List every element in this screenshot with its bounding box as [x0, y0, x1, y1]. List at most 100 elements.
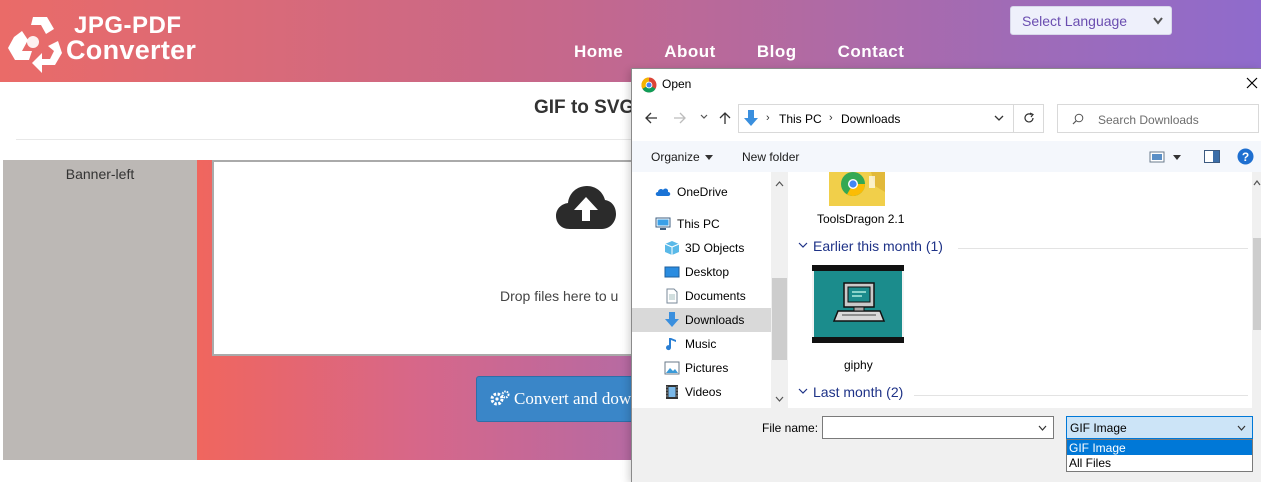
nav-item-documents[interactable]: Documents: [632, 284, 771, 308]
dialog-title: Open: [662, 77, 692, 91]
group-header-label: Last month (2): [813, 384, 904, 400]
toolsdragon-thumbnail[interactable]: [825, 172, 889, 208]
videos-icon: [666, 385, 678, 399]
onedrive-icon: [655, 188, 671, 196]
nav-item-onedrive[interactable]: OneDrive: [632, 180, 771, 204]
file-type-selected: GIF Image: [1070, 421, 1127, 435]
3d-objects-icon: [664, 241, 680, 255]
recycle-logo-icon: [8, 17, 62, 73]
scroll-up-icon[interactable]: [1253, 180, 1261, 186]
nav-item-music[interactable]: Music: [632, 332, 771, 356]
navigation-pane-scrollbar[interactable]: [771, 172, 788, 408]
chevron-down-icon[interactable]: [994, 115, 1004, 122]
nav-item-label: Pictures: [685, 361, 729, 375]
nav-item-videos[interactable]: Videos: [632, 380, 771, 404]
back-arrow-icon[interactable]: [644, 111, 658, 125]
nav-about[interactable]: About: [664, 42, 716, 62]
logo-line-2: Converter: [66, 35, 197, 65]
file-type-option-gif[interactable]: GIF Image: [1067, 440, 1252, 455]
files-pane: ToolsDragon 2.1 Earlier this month (1) g…: [788, 172, 1252, 408]
main-nav: Home About Blog Contact: [574, 42, 945, 62]
refresh-button[interactable]: [1013, 104, 1044, 133]
help-icon[interactable]: ?: [1237, 148, 1254, 165]
downloads-icon: [665, 312, 679, 327]
caret-down-icon: [704, 155, 713, 160]
scrollbar-thumb[interactable]: [772, 278, 787, 360]
search-icon: [1072, 113, 1084, 125]
nav-item-label: Videos: [685, 385, 722, 399]
nav-item-label: OneDrive: [677, 185, 728, 199]
chrome-icon: [641, 77, 657, 93]
file-name-input[interactable]: [822, 416, 1054, 439]
nav-item-label: Documents: [685, 289, 746, 303]
search-placeholder: Search Downloads: [1098, 113, 1199, 127]
nav-item-this-pc[interactable]: This PC: [632, 212, 771, 236]
language-select-label: Select Language: [1022, 13, 1128, 29]
nav-item-label: Downloads: [685, 313, 745, 327]
nav-item-label: Desktop: [685, 265, 730, 279]
chevron-down-icon: [1153, 17, 1163, 25]
file-name-giphy[interactable]: giphy: [844, 358, 873, 372]
nav-item-downloads[interactable]: Downloads: [632, 308, 771, 332]
language-select[interactable]: Select Language: [1010, 6, 1172, 35]
breadcrumb-separator-icon[interactable]: ›: [829, 112, 833, 124]
nav-item-label: Music: [685, 337, 717, 351]
nav-item-label: This PC: [677, 217, 720, 231]
convert-download-button[interactable]: Convert and download: [476, 376, 656, 422]
open-file-dialog: Open › This PC › Downloads Search Downlo…: [631, 68, 1261, 482]
organize-button[interactable]: Organize: [651, 150, 713, 164]
scroll-down-icon[interactable]: [775, 396, 784, 402]
nav-item-pictures[interactable]: Pictures: [632, 356, 771, 380]
nav-contact[interactable]: Contact: [838, 42, 905, 62]
new-folder-button[interactable]: New folder: [742, 150, 799, 164]
up-arrow-icon[interactable]: [718, 111, 732, 125]
chevron-down-icon: [798, 242, 808, 248]
logo-text[interactable]: JPG-PDF Converter: [66, 14, 197, 65]
preview-pane-icon[interactable]: [1204, 150, 1220, 163]
nav-item-label: 3D Objects: [685, 241, 745, 255]
title-divider: [16, 139, 646, 140]
this-pc-icon: [655, 217, 671, 230]
scroll-up-icon[interactable]: [775, 181, 784, 187]
chevron-down-icon[interactable]: [1038, 425, 1047, 431]
address-bar[interactable]: › This PC › Downloads: [738, 104, 1044, 133]
scrollbar-thumb[interactable]: [1253, 238, 1261, 330]
pictures-icon: [664, 361, 680, 375]
refresh-icon: [1024, 112, 1034, 123]
giphy-gif-thumbnail[interactable]: [812, 265, 904, 343]
file-name-label: File name:: [762, 421, 819, 435]
chevron-down-icon[interactable]: [1237, 425, 1246, 431]
nav-home[interactable]: Home: [574, 42, 623, 62]
desktop-icon: [664, 266, 680, 278]
file-type-select[interactable]: GIF Image: [1066, 416, 1253, 439]
breadcrumb-separator-icon[interactable]: ›: [766, 112, 770, 124]
breadcrumb-downloads[interactable]: Downloads: [841, 112, 900, 126]
group-header-earlier-this-month[interactable]: Earlier this month (1): [798, 238, 943, 254]
screen: JPG-PDF Converter Home About Blog Contac…: [0, 0, 1261, 482]
drop-files-text: Drop files here to u: [500, 288, 619, 304]
nav-blog[interactable]: Blog: [757, 42, 797, 62]
svg-text:?: ?: [1242, 150, 1249, 164]
dialog-toolbar: Organize New folder ?: [632, 141, 1261, 172]
nav-item-3d-objects[interactable]: 3D Objects: [632, 236, 771, 260]
group-header-last-month[interactable]: Last month (2): [798, 384, 903, 400]
organize-label: Organize: [651, 150, 700, 164]
change-view-icon[interactable]: [1149, 150, 1183, 164]
group-divider: [958, 248, 1248, 249]
group-divider: [914, 395, 1248, 396]
chevron-down-icon: [798, 388, 808, 394]
search-input[interactable]: Search Downloads: [1057, 104, 1259, 133]
files-pane-scrollbar[interactable]: [1252, 172, 1261, 408]
forward-arrow-icon[interactable]: [673, 111, 687, 125]
file-name-toolsdragon[interactable]: ToolsDragon 2.1: [817, 212, 904, 226]
close-icon[interactable]: [1244, 75, 1260, 91]
file-type-option-all-files[interactable]: All Files: [1067, 455, 1252, 470]
breadcrumb-this-pc[interactable]: This PC: [779, 112, 822, 126]
recent-locations-icon[interactable]: [700, 114, 708, 120]
banner-left: Banner-left: [3, 160, 197, 460]
nav-item-desktop[interactable]: Desktop: [632, 260, 771, 284]
group-header-label: Earlier this month (1): [813, 238, 943, 254]
gears-icon: [490, 390, 510, 406]
banner-left-label: Banner-left: [65, 166, 135, 182]
music-icon: [666, 338, 676, 351]
